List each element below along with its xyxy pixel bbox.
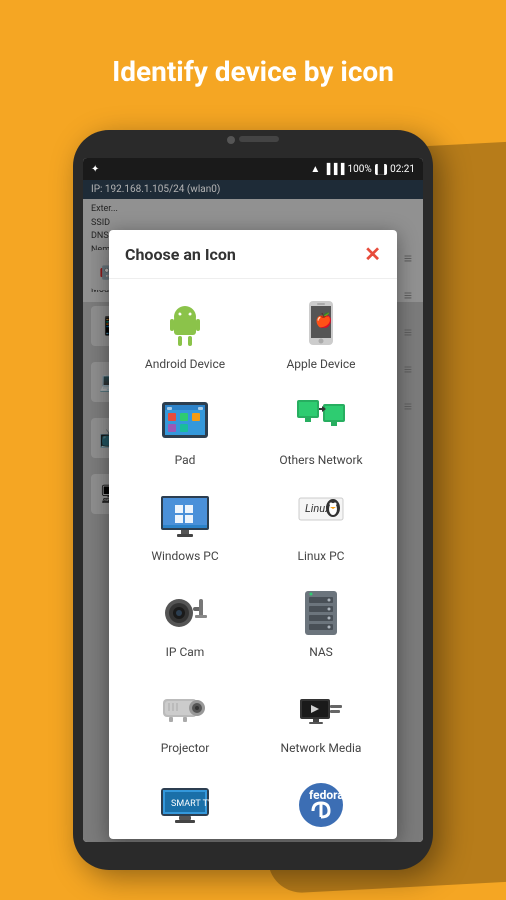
projector-icon <box>159 683 211 735</box>
icon-item-smarttv[interactable]: SMART TV Smart TV <box>117 767 253 839</box>
phone-top <box>73 130 433 148</box>
ipcam-label: IP Cam <box>166 645 205 659</box>
icon-item-fedora[interactable]: fedora Fefora <box>253 767 389 839</box>
page-title: Identify device by icon <box>0 55 506 88</box>
pad-icon <box>159 395 211 447</box>
icon-item-ipcam[interactable]: IP Cam <box>117 575 253 671</box>
dialog-header: Choose an Icon ✕ <box>109 230 397 279</box>
time-display: 02:21 <box>390 164 415 175</box>
ipcam-icon <box>159 587 211 639</box>
battery-bar: █ <box>375 164 387 175</box>
icon-item-pad[interactable]: Pad <box>117 383 253 479</box>
nas-label: NAS <box>309 645 333 659</box>
icon-item-nas[interactable]: NAS <box>253 575 389 671</box>
projector-label: Projector <box>161 741 210 755</box>
dialog-overlay: Choose an Icon ✕ <box>83 180 423 842</box>
icon-item-netmedia[interactable]: Network Media <box>253 671 389 767</box>
smarttv-icon: SMART TV <box>159 779 211 831</box>
signal-icon: ▐▐▐ <box>323 164 344 175</box>
svg-text:SMART TV: SMART TV <box>171 799 211 809</box>
fedora-icon: fedora <box>295 779 347 831</box>
icon-item-linux[interactable]: Linux Linux PC <box>253 479 389 575</box>
app-background: IP: 192.168.1.105/24 (wlan0) Exter... SS… <box>83 180 423 842</box>
others-icon <box>295 395 347 447</box>
dialog-title: Choose an Icon <box>125 245 236 264</box>
windows-icon <box>159 491 211 543</box>
phone-screen: ✦ ▲ ▐▐▐ 100% █ 02:21 IP: 192.168.1.105/2… <box>83 158 423 842</box>
icon-item-apple[interactable]: 🍎 Apple Device <box>253 287 389 383</box>
icon-grid: Android Device <box>109 279 397 839</box>
nas-icon <box>295 587 347 639</box>
icon-item-windows[interactable]: Windows PC <box>117 479 253 575</box>
apple-label: Apple Device <box>286 357 355 371</box>
battery-indicator: 100% <box>348 164 372 175</box>
linux-label: Linux PC <box>298 549 345 563</box>
bluetooth-icon: ✦ <box>91 164 99 175</box>
others-label: Others Network <box>279 453 362 467</box>
svg-text:fedora: fedora <box>309 788 344 802</box>
status-icons: ▲ ▐▐▐ 100% █ 02:21 <box>310 164 415 175</box>
icon-item-android[interactable]: Android Device <box>117 287 253 383</box>
fedora-label: Fefora <box>304 837 338 839</box>
choose-icon-dialog: Choose an Icon ✕ <box>109 230 397 839</box>
front-camera <box>227 136 235 144</box>
dialog-close-button[interactable]: ✕ <box>364 242 381 266</box>
android-icon <box>159 299 211 351</box>
netmedia-icon <box>295 683 347 735</box>
phone-shell: ✦ ▲ ▐▐▐ 100% █ 02:21 IP: 192.168.1.105/2… <box>73 130 433 870</box>
windows-label: Windows PC <box>151 549 218 563</box>
netmedia-label: Network Media <box>281 741 362 755</box>
linux-icon: Linux <box>295 491 347 543</box>
android-label: Android Device <box>145 357 225 371</box>
pad-label: Pad <box>175 453 196 467</box>
status-bar: ✦ ▲ ▐▐▐ 100% █ 02:21 <box>83 158 423 180</box>
icon-item-projector[interactable]: Projector <box>117 671 253 767</box>
apple-icon: 🍎 <box>295 299 347 351</box>
icon-item-others[interactable]: Others Network <box>253 383 389 479</box>
svg-text:🍎: 🍎 <box>315 311 332 329</box>
phone-speaker <box>239 136 279 142</box>
wifi-icon: ▲ <box>310 164 320 175</box>
smarttv-label: Smart TV <box>160 837 210 839</box>
